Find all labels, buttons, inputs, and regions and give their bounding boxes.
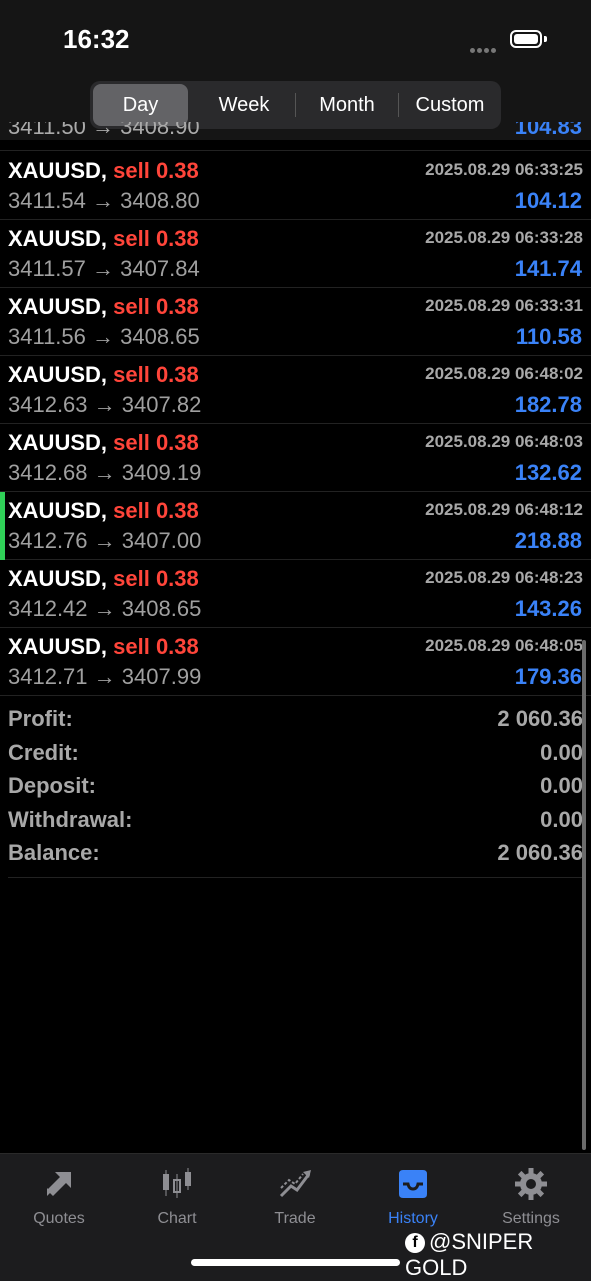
tab-label: Chart: [157, 1210, 197, 1227]
summary-value: 0.00: [540, 807, 583, 832]
deal-time: 2025.08.29 06:33:31: [425, 296, 583, 315]
deal-profit: 182.78: [514, 392, 582, 417]
summary-value: 2 060.36: [497, 840, 583, 865]
deal-symbol: XAUUSD, sell 0.38: [8, 226, 199, 251]
deal-profit: 132.62: [514, 460, 582, 485]
home-indicator[interactable]: [191, 1259, 400, 1266]
segment-divider: [295, 93, 296, 117]
deal-symbol: XAUUSD, sell 0.38: [8, 362, 199, 387]
summary-value: 2 060.36: [497, 706, 583, 731]
tab-history[interactable]: History: [363, 1162, 463, 1232]
candlestick-chart-icon: [163, 1168, 191, 1198]
summary-label: Profit:: [8, 706, 73, 731]
period-tab-custom[interactable]: Custom: [400, 84, 500, 126]
summary-label: Deposit:: [8, 773, 96, 798]
deal-time: 2025.08.29 06:48:03: [425, 432, 583, 451]
deal-row[interactable]: XAUUSD, sell 0.38 3412.63 → 3407.82 2025…: [0, 356, 591, 424]
battery-icon: [510, 30, 542, 48]
deal-side: sell 0.38: [113, 294, 199, 319]
selection-marker: [0, 492, 5, 560]
deal-side: sell 0.38: [113, 634, 199, 659]
summary-balance-row: Balance: 2 060.36: [0, 838, 591, 872]
deal-prices: 3411.56 → 3408.65: [8, 324, 200, 349]
deal-prices: 3412.71 → 3407.99: [8, 664, 202, 689]
deal-symbol: XAUUSD, sell 0.38: [8, 158, 199, 183]
scrollbar[interactable]: [582, 640, 586, 1150]
deal-row[interactable]: XAUUSD, sell 0.38 3411.54 → 3408.80 2025…: [0, 152, 591, 220]
summary-withdrawal-row: Withdrawal: 0.00: [0, 805, 591, 839]
clipped-profit: 104.83: [514, 122, 582, 139]
tab-quotes[interactable]: Quotes: [9, 1162, 109, 1232]
summary-value: 0.00: [540, 773, 583, 798]
deal-profit: 218.88: [514, 528, 582, 553]
period-tab-month[interactable]: Month: [297, 84, 397, 126]
tab-label: Settings: [502, 1210, 560, 1227]
deal-time: 2025.08.29 06:48:02: [425, 364, 583, 383]
deal-profit: 143.26: [514, 596, 582, 621]
quotes-arrows-icon: [47, 1172, 71, 1196]
status-time: 16:32: [63, 24, 130, 54]
deal-row[interactable]: XAUUSD, sell 0.38 3412.68 → 3409.19 2025…: [0, 424, 591, 492]
trade-trend-icon: [279, 1170, 311, 1198]
summary-divider: [8, 877, 583, 878]
deal-symbol: XAUUSD, sell 0.38: [8, 566, 199, 591]
watermark-text: @SNIPER GOLD: [405, 1229, 534, 1280]
signal-icon: [470, 40, 502, 53]
summary-value: 0.00: [540, 740, 583, 765]
status-bar: 16:32: [0, 0, 591, 70]
clipped-deal-row[interactable]: 3411.50 → 3408.90 104.83: [0, 122, 591, 151]
summary-profit-row: Profit: 2 060.36: [0, 704, 591, 738]
deal-symbol: XAUUSD, sell 0.38: [8, 294, 199, 319]
period-tab-day[interactable]: Day: [93, 84, 188, 126]
battery-tip: [544, 36, 547, 42]
history-inbox-icon: [399, 1170, 427, 1198]
tab-label: Quotes: [33, 1210, 85, 1227]
deal-row[interactable]: XAUUSD, sell 0.38 3412.71 → 3407.99 2025…: [0, 628, 591, 696]
tab-label: Trade: [274, 1210, 316, 1227]
summary-label: Balance:: [8, 840, 100, 865]
watermark: f @SNIPER GOLD: [405, 1229, 591, 1281]
deal-profit: 179.36: [514, 664, 582, 689]
tab-chart[interactable]: Chart: [127, 1162, 227, 1232]
deal-symbol: XAUUSD, sell 0.38: [8, 498, 199, 523]
deal-symbol: XAUUSD, sell 0.38: [8, 430, 199, 455]
tab-trade[interactable]: Trade: [245, 1162, 345, 1232]
deal-profit: 104.12: [514, 188, 582, 213]
deal-time: 2025.08.29 06:33:25: [425, 160, 583, 179]
deal-prices: 3412.63 → 3407.82: [8, 392, 202, 417]
deal-prices: 3412.76 → 3407.00: [8, 528, 202, 553]
deal-time: 2025.08.29 06:48:23: [425, 568, 583, 587]
deal-row-selected[interactable]: XAUUSD, sell 0.38 3412.76 → 3407.00 2025…: [0, 492, 591, 560]
deal-row[interactable]: XAUUSD, sell 0.38 3411.56 → 3408.65 2025…: [0, 288, 591, 356]
deal-row[interactable]: XAUUSD, sell 0.38 3411.57 → 3407.84 2025…: [0, 220, 591, 288]
summary-label: Credit:: [8, 740, 79, 765]
deal-prices: 3411.57 → 3407.84: [8, 256, 200, 281]
tab-label: History: [388, 1210, 438, 1227]
deal-prices: 3412.42 → 3408.65: [8, 596, 202, 621]
deal-row[interactable]: XAUUSD, sell 0.38 3412.42 → 3408.65 2025…: [0, 560, 591, 628]
summary-label: Withdrawal:: [8, 807, 133, 832]
deal-side: sell 0.38: [113, 362, 199, 387]
deal-side: sell 0.38: [113, 498, 199, 523]
clipped-prices: 3411.50 → 3408.90: [8, 122, 200, 139]
deal-time: 2025.08.29 06:48:05: [425, 636, 583, 655]
facebook-icon: f: [405, 1233, 425, 1254]
deal-side: sell 0.38: [113, 226, 199, 251]
period-tab-week[interactable]: Week: [194, 84, 294, 126]
deal-side: sell 0.38: [113, 430, 199, 455]
deal-prices: 3411.54 → 3408.80: [8, 188, 200, 213]
deal-side: sell 0.38: [113, 158, 199, 183]
deal-side: sell 0.38: [113, 566, 199, 591]
summary-credit-row: Credit: 0.00: [0, 738, 591, 772]
deal-profit: 141.74: [514, 256, 582, 281]
tab-settings[interactable]: Settings: [481, 1162, 581, 1232]
summary-deposit-row: Deposit: 0.00: [0, 771, 591, 805]
segment-divider: [398, 93, 399, 117]
deal-time: 2025.08.29 06:48:12: [425, 500, 583, 519]
deal-time: 2025.08.29 06:33:28: [425, 228, 583, 247]
deal-profit: 110.58: [515, 324, 582, 349]
deal-prices: 3412.68 → 3409.19: [8, 460, 202, 485]
deal-symbol: XAUUSD, sell 0.38: [8, 634, 199, 659]
gear-icon: [515, 1168, 547, 1200]
